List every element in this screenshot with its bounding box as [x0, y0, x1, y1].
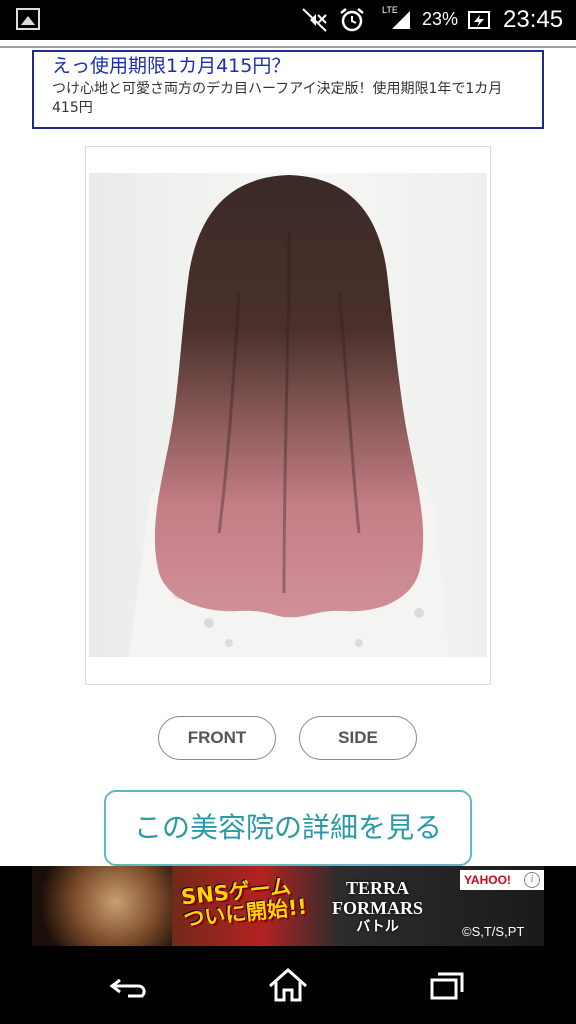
hairstyle-photo — [89, 173, 487, 657]
hairstyle-photo-frame — [85, 146, 491, 685]
banner-sns-text: SNSゲーム ついに開始!! — [180, 874, 308, 931]
page-top-edge — [0, 40, 576, 48]
banner-copyright: ©S,T/S,PT — [462, 924, 525, 939]
ad-title[interactable]: えっ使用期限1カ月415円？ — [52, 54, 524, 78]
banner-game-logo: TERRA FORMARS バトル — [332, 878, 423, 938]
salon-details-button[interactable]: この美容院の詳細を見る — [104, 790, 472, 866]
alarm-icon — [338, 6, 366, 42]
front-view-button[interactable]: FRONT — [158, 716, 276, 760]
banner-ad[interactable]: SNSゲーム ついに開始!! TERRA FORMARS バトル YAHOO! … — [0, 866, 576, 946]
banner-terra-line1: TERRA — [345, 878, 409, 898]
home-icon[interactable] — [258, 960, 318, 1010]
status-bar: LTE 23% 23:45 — [0, 0, 576, 40]
back-icon[interactable] — [98, 960, 158, 1010]
ad-body[interactable]: つけ心地と可愛さ両方のデカ目ハーフアイ決定版！使用期限1年で1カ月415円 — [52, 80, 524, 118]
battery-percent: 23% — [422, 9, 459, 29]
signal-icon — [390, 9, 412, 31]
banner-ad-creative[interactable]: SNSゲーム ついに開始!! TERRA FORMARS バトル YAHOO! … — [32, 866, 544, 946]
text-ad[interactable]: えっ使用期限1カ月415円？ つけ心地と可愛さ両方のデカ目ハーフアイ決定版！使用… — [32, 50, 544, 129]
gallery-notification-icon — [16, 8, 40, 30]
mute-icon — [300, 6, 330, 42]
banner-terra-line2: FORMARS — [332, 898, 423, 918]
battery-icon — [468, 11, 490, 29]
banner-terra-sub: バトル — [356, 920, 399, 935]
ad-info-icon[interactable]: i — [524, 872, 540, 888]
navigation-bar — [0, 946, 576, 1024]
side-view-button[interactable]: SIDE — [299, 716, 417, 760]
banner-character-image — [32, 866, 172, 946]
recent-apps-icon[interactable] — [418, 960, 478, 1010]
clock: 23:45 — [503, 6, 564, 33]
